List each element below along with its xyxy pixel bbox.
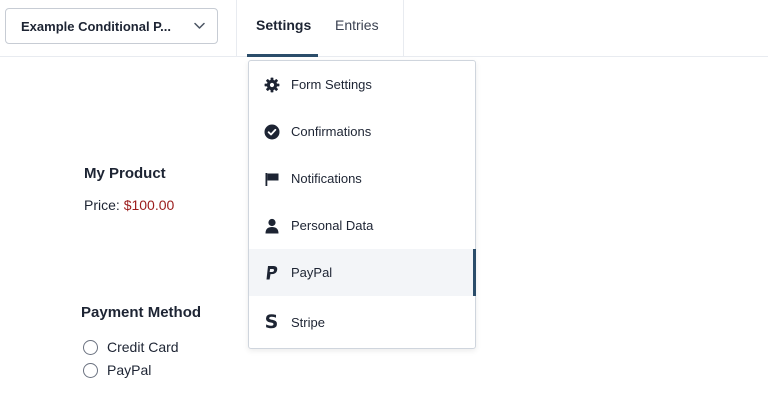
form-selector-label: Example Conditional P...	[21, 18, 172, 34]
price-label: Price:	[84, 197, 120, 213]
menu-item-personal-data[interactable]: Personal Data	[249, 202, 475, 249]
flag-icon	[263, 170, 280, 187]
tab-settings[interactable]: Settings	[256, 17, 311, 33]
tab-bar: Settings Entries	[236, 0, 404, 57]
check-circle-icon	[263, 123, 280, 140]
menu-item-label: Confirmations	[291, 124, 372, 139]
stripe-icon: S	[264, 311, 279, 333]
menu-item-label: Form Settings	[291, 77, 372, 92]
menu-item-paypal[interactable]: PayPal	[249, 249, 476, 296]
menu-item-stripe[interactable]: S Stripe	[249, 299, 475, 346]
radio-button[interactable]	[83, 339, 98, 355]
menu-item-form-settings[interactable]: Form Settings	[249, 61, 475, 108]
price-line: Price: $100.00	[84, 197, 174, 213]
radio-label: PayPal	[107, 362, 152, 378]
menu-item-label: Notifications	[291, 171, 362, 186]
radio-label: Credit Card	[107, 339, 179, 355]
gear-icon	[263, 76, 280, 93]
tab-entries[interactable]: Entries	[335, 17, 379, 33]
product-title: My Product	[84, 165, 166, 182]
radio-button[interactable]	[83, 362, 98, 378]
settings-dropdown-menu: Form Settings Confirmations Notification…	[248, 60, 476, 349]
chevron-down-icon	[194, 22, 205, 29]
payment-method-title: Payment Method	[81, 304, 202, 321]
menu-item-label: Personal Data	[291, 218, 374, 233]
menu-item-confirmations[interactable]: Confirmations	[249, 108, 475, 155]
top-bar: Example Conditional P... Settings Entrie…	[0, 0, 768, 57]
user-icon	[263, 217, 280, 234]
menu-item-label: PayPal	[291, 265, 333, 280]
radio-paypal[interactable]: PayPal	[83, 362, 151, 378]
form-selector-dropdown[interactable]: Example Conditional P...	[5, 8, 218, 44]
active-tab-indicator	[247, 54, 318, 57]
radio-credit-card[interactable]: Credit Card	[83, 339, 179, 355]
paypal-icon	[263, 264, 280, 281]
price-value: $100.00	[123, 197, 175, 213]
menu-item-notifications[interactable]: Notifications	[249, 155, 475, 202]
menu-item-label: Stripe	[291, 315, 325, 330]
